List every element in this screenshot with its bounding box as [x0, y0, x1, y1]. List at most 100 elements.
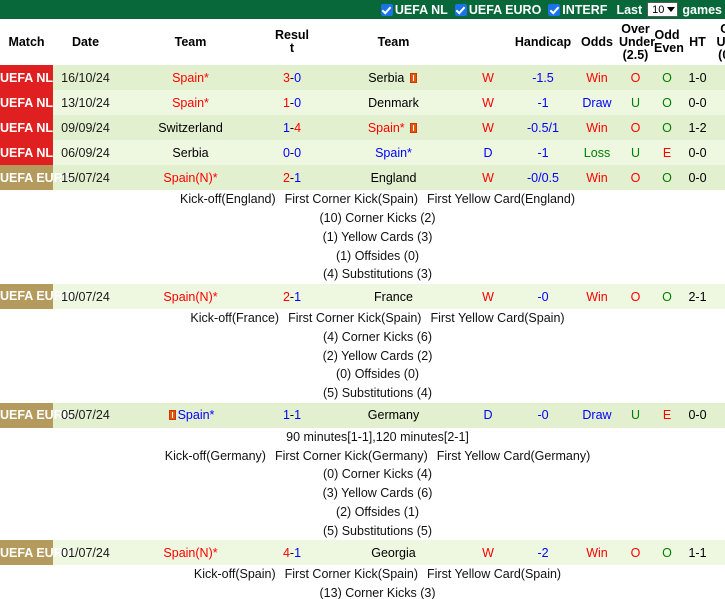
away-team-cell[interactable]: Serbia: [321, 65, 466, 91]
away-team-cell[interactable]: Spain*: [321, 115, 466, 141]
column-header-handicap: Handicap: [510, 19, 576, 66]
table-row[interactable]: UEFA EURO 05/07/24 Spain* 1-1 Germany D -0 Draw…: [0, 402, 725, 428]
checkbox-checked-icon[interactable]: [454, 3, 467, 16]
column-header-odd-even: Odd Even: [653, 19, 684, 66]
result-wdl: W: [466, 165, 510, 191]
table-row[interactable]: UEFA NL 06/09/24 Serbia 0-0 Spain* D -1 Loss U E 0…: [0, 140, 725, 166]
match-detail-row: Kick-off(England) First Corner Kick(Spain…: [0, 190, 725, 284]
result-score[interactable]: 2-1: [263, 165, 321, 191]
detail-stat-0: (4) Corner Kicks (6): [322, 329, 433, 344]
result-score[interactable]: 1-0: [263, 90, 321, 116]
detail-stat-2: (2) Offsides (1): [335, 504, 420, 519]
competition-badge[interactable]: UEFA EURO: [0, 284, 72, 309]
column-header-ht: HT: [681, 19, 714, 66]
competition-badge[interactable]: UEFA NL: [0, 90, 53, 116]
score-home: 4: [282, 545, 290, 560]
table-row[interactable]: UEFA EURO 01/07/24 Spain(N)* 4-1 Georgia W -2 W…: [0, 540, 725, 566]
detail-event-2: First Yellow Card(Germany): [436, 448, 591, 463]
team-name: France: [374, 289, 413, 304]
team-name: Spain*: [177, 408, 215, 423]
handicap-value: -2: [510, 540, 576, 566]
table-row[interactable]: UEFA NL 09/09/24 Switzerland 1-4 Spain* W -0.…: [0, 115, 725, 141]
result-score[interactable]: 1-4: [263, 115, 321, 141]
competition-badge[interactable]: UEFA NL: [0, 115, 53, 141]
checkbox-checked-icon[interactable]: [548, 3, 561, 16]
team-name: Spain(N)*: [163, 545, 218, 560]
away-team-cell[interactable]: Denmark: [321, 90, 466, 116]
team-name: England: [370, 170, 417, 185]
half-time-score: 2-1: [681, 284, 714, 309]
competition-badge[interactable]: UEFA NL: [0, 65, 53, 91]
over-under-25-result: O: [618, 165, 653, 191]
match-date: 16/10/24: [53, 65, 118, 91]
table-row[interactable]: UEFA EURO 15/07/24 Spain(N)* 2-1 England W -0/…: [0, 165, 725, 191]
competition-badge[interactable]: UEFA EURO: [0, 402, 72, 428]
checkbox-checked-icon[interactable]: [380, 3, 393, 16]
filter-checkbox-uefa-nl[interactable]: UEFA NL: [380, 3, 448, 17]
chevron-down-icon: [667, 7, 676, 12]
competition-badge[interactable]: UEFA NL: [0, 140, 53, 166]
result-score[interactable]: 0-0: [263, 140, 321, 166]
games-label: games: [682, 2, 722, 17]
column-header-over-under-075: Over Under (0.75): [714, 19, 725, 66]
match-detail-cell: Kick-off(France) First Corner Kick(Spain)…: [0, 309, 725, 403]
away-team-cell[interactable]: Spain*: [321, 140, 466, 166]
home-team-cell[interactable]: Spain*: [118, 65, 263, 91]
over-under-25-result: U: [618, 402, 653, 428]
filter-label-interf: INTERF: [562, 2, 608, 17]
detail-event-0: Kick-off(Germany): [164, 448, 266, 463]
home-team-cell[interactable]: Spain(N)*: [118, 165, 263, 191]
column-header-match: Match: [0, 19, 53, 66]
detail-stat-1: (3) Yellow Cards (6): [322, 486, 433, 500]
score-home: 2: [282, 170, 290, 185]
competition-badge[interactable]: UEFA EURO: [0, 165, 72, 191]
result-score[interactable]: 2-1: [263, 284, 321, 309]
match-detail-row: Kick-off(France) First Corner Kick(Spain)…: [0, 309, 725, 403]
home-team-cell[interactable]: Spain(N)*: [118, 540, 263, 566]
result-score[interactable]: 4-1: [263, 540, 321, 566]
detail-event-0: Kick-off(France): [190, 311, 280, 325]
games-count-value: 10: [652, 3, 665, 16]
filter-checkbox-uefa-euro[interactable]: UEFA EURO: [454, 3, 541, 17]
table-body: UEFA NL 16/10/24 Spain* 3-0 Serbia W -1.5 Win O…: [0, 65, 725, 599]
home-team-cell[interactable]: Spain(N)*: [118, 284, 263, 309]
filter-checkbox-interf[interactable]: INTERF: [548, 3, 607, 17]
team-name: Spain*: [172, 70, 209, 85]
team-name: Germany: [367, 408, 420, 423]
red-card-icon: [409, 72, 417, 83]
result-score[interactable]: 1-1: [263, 402, 321, 428]
half-time-score: 1-0: [681, 65, 714, 91]
match-detail-row: Kick-off(Spain) First Corner Kick(Spain) F…: [0, 565, 725, 599]
over-under-25-result: O: [618, 540, 653, 566]
table-row[interactable]: UEFA EURO 10/07/24 Spain(N)* 2-1 France W -0 Wi…: [0, 284, 725, 309]
home-team-cell[interactable]: Serbia: [118, 140, 263, 166]
column-header-date: Date: [53, 19, 118, 66]
column-header-over-under-25: Over Under (2.5): [618, 19, 655, 66]
over-under-075-result: O: [714, 284, 725, 309]
table-row[interactable]: UEFA NL 13/10/24 Spain* 1-0 Denmark W -1 Draw U O…: [0, 90, 725, 116]
result-wdl: W: [466, 284, 510, 309]
detail-stat-0: (13) Corner Kicks (3): [319, 586, 436, 599]
column-header-wdl: [466, 19, 510, 66]
away-team-cell[interactable]: Germany: [321, 402, 466, 428]
home-team-cell[interactable]: Spain*: [118, 90, 263, 116]
over-under-075-result: O: [714, 115, 725, 141]
competition-badge[interactable]: UEFA EURO: [0, 540, 72, 566]
home-team-cell[interactable]: Spain*: [118, 402, 263, 428]
detail-event-1: First Corner Kick(Spain): [288, 311, 422, 325]
result-score[interactable]: 3-0: [263, 65, 321, 91]
away-team-cell[interactable]: Georgia: [321, 540, 466, 566]
games-count-select[interactable]: 10: [647, 2, 679, 17]
away-team-cell[interactable]: France: [321, 284, 466, 309]
home-team-cell[interactable]: Switzerland: [118, 115, 263, 141]
away-team-cell[interactable]: England: [321, 165, 466, 191]
table-row[interactable]: UEFA NL 16/10/24 Spain* 3-0 Serbia W -1.5 Win O…: [0, 65, 725, 91]
score-away: 1: [294, 545, 302, 560]
team-name: Spain(N)*: [163, 289, 218, 304]
result-wdl: W: [466, 90, 510, 116]
detail-stat-3: (5) Substitutions (5): [322, 523, 433, 538]
handicap-value: -0/0.5: [510, 165, 576, 191]
score-away: 0: [294, 145, 302, 160]
match-detail-row: 90 minutes[1-1],120 minutes[2-1] Kick-off…: [0, 427, 725, 541]
oe-line2: Even: [654, 41, 684, 56]
